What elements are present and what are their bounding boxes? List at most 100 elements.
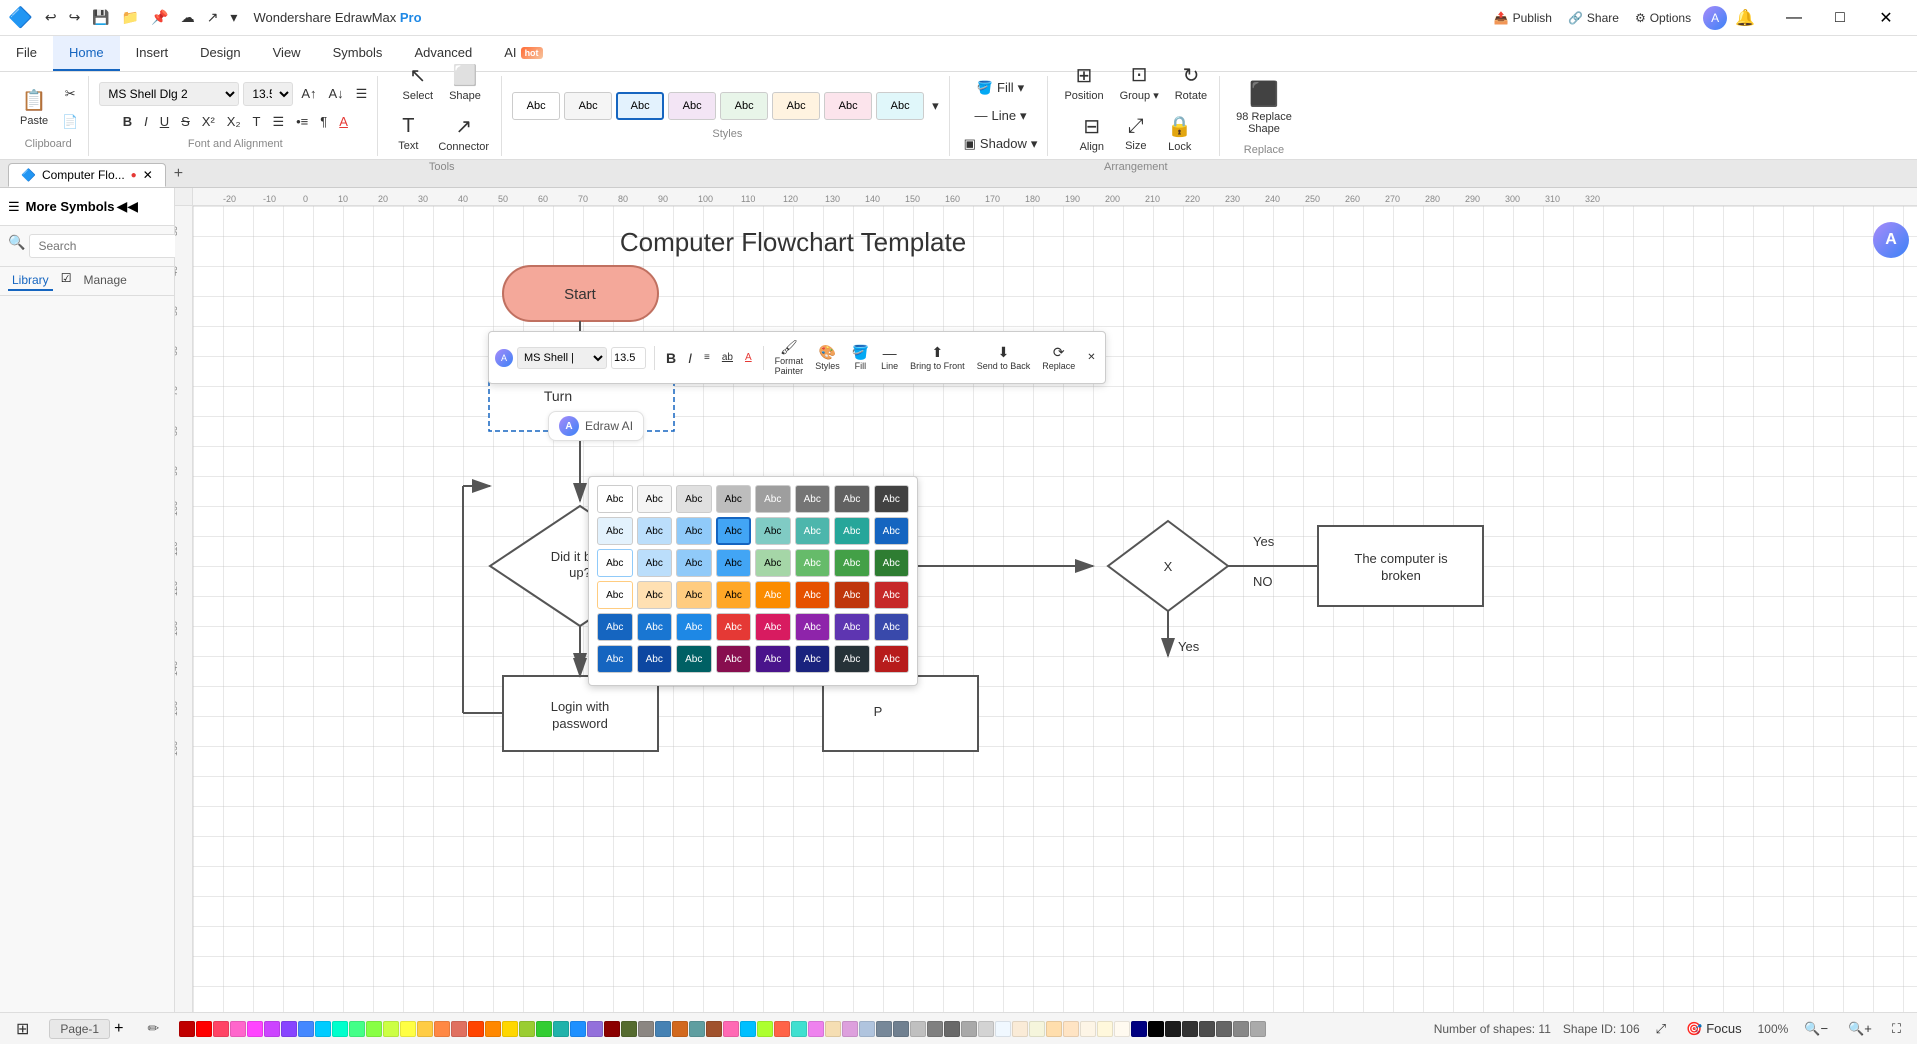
color-swatch[interactable] — [723, 1021, 739, 1037]
select-button[interactable]: ↖ Select — [397, 59, 440, 106]
open-button[interactable]: 📁 — [118, 5, 143, 30]
options-button[interactable]: ⚙ Options — [1631, 7, 1695, 29]
color-swatch[interactable] — [570, 1021, 586, 1037]
color-swatch[interactable] — [825, 1021, 841, 1037]
text-button[interactable]: T Text — [388, 111, 428, 156]
color-swatch[interactable] — [1114, 1021, 1130, 1037]
menu-insert[interactable]: Insert — [120, 36, 185, 71]
sp-3-2[interactable]: Abc — [637, 549, 673, 577]
size-button[interactable]: ⤢ Size — [1116, 111, 1156, 156]
color-swatch[interactable] — [179, 1021, 195, 1037]
style-swatch-2[interactable]: Abc — [564, 92, 612, 120]
style-swatch-8[interactable]: Abc — [876, 92, 924, 120]
sp-1-1[interactable]: Abc — [597, 485, 633, 513]
sp-6-5[interactable]: Abc — [755, 645, 791, 673]
sp-5-3[interactable]: Abc — [676, 613, 712, 641]
sp-1-8[interactable]: Abc — [874, 485, 910, 513]
sp-4-7[interactable]: Abc — [834, 581, 870, 609]
color-swatch[interactable] — [842, 1021, 858, 1037]
font-size-select[interactable]: 13.5 — [243, 82, 293, 106]
color-swatch[interactable] — [740, 1021, 756, 1037]
canvas-scroll[interactable]: Computer Flowchart Template Start Turn D… — [193, 206, 1917, 1012]
italic-btn[interactable]: I — [140, 110, 152, 133]
menu-view[interactable]: View — [257, 36, 317, 71]
align-button[interactable]: ⊟ Align — [1072, 110, 1112, 157]
color-swatch[interactable] — [944, 1021, 960, 1037]
position-button[interactable]: ⊞ Position — [1058, 59, 1109, 106]
superscript-btn[interactable]: X² — [198, 110, 219, 133]
cut-button[interactable]: ✂ — [58, 82, 82, 106]
color-swatch[interactable] — [1250, 1021, 1266, 1037]
sp-4-5[interactable]: Abc — [755, 581, 791, 609]
color-swatch[interactable] — [1097, 1021, 1113, 1037]
sp-5-4[interactable]: Abc — [716, 613, 752, 641]
color-swatch[interactable] — [961, 1021, 977, 1037]
sp-3-3[interactable]: Abc — [676, 549, 712, 577]
decrease-font-btn[interactable]: A↓ — [325, 82, 348, 105]
style-swatch-1[interactable]: Abc — [512, 92, 560, 120]
color-swatch[interactable] — [1182, 1021, 1198, 1037]
sp-6-2[interactable]: Abc — [637, 645, 673, 673]
ctx-bold-btn[interactable]: B — [663, 347, 679, 369]
color-swatch[interactable] — [315, 1021, 331, 1037]
sp-2-8[interactable]: Abc — [874, 517, 910, 545]
color-swatch[interactable] — [298, 1021, 314, 1037]
sp-5-2[interactable]: Abc — [637, 613, 673, 641]
shadow-button[interactable]: ▣ Shadow ▾ — [960, 132, 1042, 156]
color-swatch[interactable] — [366, 1021, 382, 1037]
tab-close-icon[interactable]: ✕ — [143, 168, 153, 182]
line-button[interactable]: — Line ▾ — [970, 104, 1030, 128]
color-swatch[interactable] — [1233, 1021, 1249, 1037]
style-swatch-3[interactable]: Abc — [616, 92, 664, 120]
color-swatch[interactable] — [910, 1021, 926, 1037]
style-swatch-4[interactable]: Abc — [668, 92, 716, 120]
styles-more-btn[interactable]: ▾ — [928, 94, 943, 118]
current-page-tab[interactable]: Page-1 — [49, 1019, 110, 1039]
color-swatch[interactable] — [1046, 1021, 1062, 1037]
style-swatch-7[interactable]: Abc — [824, 92, 872, 120]
sp-3-8[interactable]: Abc — [874, 549, 910, 577]
rotate-button[interactable]: ↻ Rotate — [1169, 59, 1213, 106]
color-swatch[interactable] — [1216, 1021, 1232, 1037]
underline-btn[interactable]: U — [156, 110, 173, 133]
tab-computer-flo[interactable]: 🔷 Computer Flo... ● ✕ — [8, 163, 166, 187]
color-swatch[interactable] — [893, 1021, 909, 1037]
menu-symbols[interactable]: Symbols — [317, 36, 399, 71]
sp-5-6[interactable]: Abc — [795, 613, 831, 641]
replace-shape-button[interactable]: ⬛ 98 ReplaceShape — [1230, 76, 1298, 140]
ctx-italic-btn[interactable]: I — [685, 347, 695, 369]
color-swatch[interactable] — [502, 1021, 518, 1037]
color-swatch[interactable] — [213, 1021, 229, 1037]
paste-button[interactable]: 📋 Paste — [14, 84, 54, 131]
color-swatch[interactable] — [281, 1021, 297, 1037]
color-swatch[interactable] — [995, 1021, 1011, 1037]
style-swatch-5[interactable]: Abc — [720, 92, 768, 120]
color-swatch[interactable] — [655, 1021, 671, 1037]
color-swatch[interactable] — [451, 1021, 467, 1037]
sp-1-6[interactable]: Abc — [795, 485, 831, 513]
sp-2-7[interactable]: Abc — [834, 517, 870, 545]
color-swatch[interactable] — [230, 1021, 246, 1037]
sp-6-4[interactable]: Abc — [716, 645, 752, 673]
sp-4-6[interactable]: Abc — [795, 581, 831, 609]
sp-4-1[interactable]: Abc — [597, 581, 633, 609]
sp-3-7[interactable]: Abc — [834, 549, 870, 577]
color-swatch[interactable] — [519, 1021, 535, 1037]
color-swatch[interactable] — [604, 1021, 620, 1037]
page-panel-toggle[interactable]: ⊞ — [12, 1015, 33, 1043]
ctx-fill-btn[interactable]: 🪣 Fill — [849, 341, 872, 374]
color-swatch[interactable] — [706, 1021, 722, 1037]
menu-ai[interactable]: AI hot — [488, 36, 558, 71]
connector-button[interactable]: ↗ Connector — [432, 110, 495, 157]
color-swatch[interactable] — [536, 1021, 552, 1037]
fit-button[interactable]: ⤢ — [1652, 1017, 1670, 1041]
sp-4-8[interactable]: Abc — [874, 581, 910, 609]
sp-2-5[interactable]: Abc — [755, 517, 791, 545]
color-swatch[interactable] — [485, 1021, 501, 1037]
color-swatch[interactable] — [1080, 1021, 1096, 1037]
user-avatar[interactable]: A — [1703, 6, 1727, 30]
sp-6-1[interactable]: Abc — [597, 645, 633, 673]
save-button[interactable]: 💾 — [88, 5, 113, 30]
text-align-btn[interactable]: ☰ — [352, 82, 372, 106]
color-swatch[interactable] — [638, 1021, 654, 1037]
